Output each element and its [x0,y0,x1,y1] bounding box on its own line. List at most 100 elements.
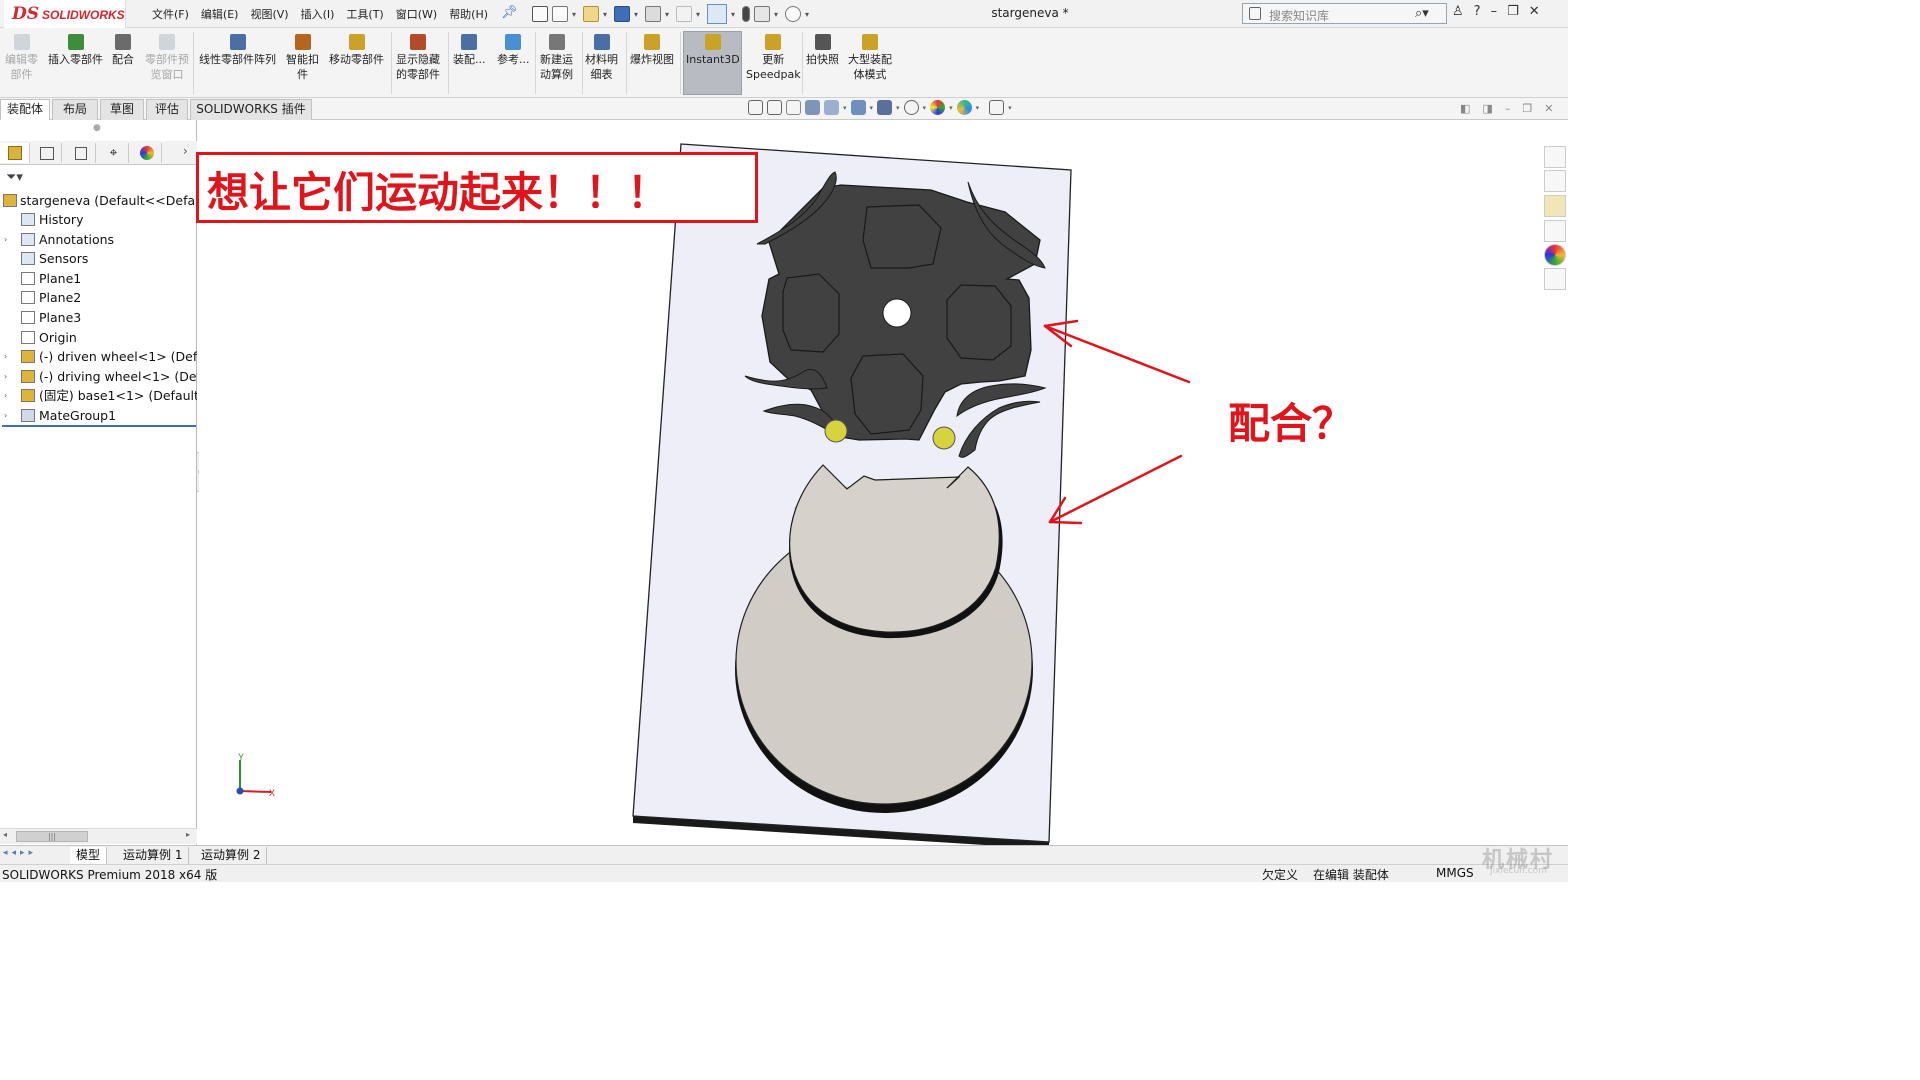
scroll-left-icon[interactable]: ◂ [3,830,7,839]
solidworks-resources-icon[interactable] [1544,146,1566,168]
file-properties-icon[interactable] [754,6,770,22]
previous-view-icon[interactable] [786,100,801,115]
driving-pin-left[interactable] [824,419,848,443]
tree-item[interactable]: › (-) driving wheel<1> (Default [0,367,197,386]
tool-update-speedpak[interactable]: 更新 Speedpak [746,34,801,82]
new-document-icon[interactable] [552,6,568,22]
view-orientation-icon[interactable] [850,100,866,115]
tool-insert-components[interactable]: 插入零部件 [48,34,103,67]
view-palette-icon[interactable] [1544,220,1566,242]
edit-appearance-icon[interactable] [930,100,946,115]
expand-chevron-icon[interactable]: › [4,230,7,249]
tab-1[interactable]: 布局 [52,99,98,120]
tree-item[interactable]: › (固定) base1<1> (Default< [0,386,197,405]
zoom-area-icon[interactable] [767,100,782,115]
expand-chevron-icon[interactable]: › [4,367,7,386]
tool-move-component[interactable]: 移动零部件 [329,34,384,67]
menu-item[interactable]: 工具(T) [340,6,389,22]
tool-large-assembly-mode[interactable]: 大型装配 体模式 [848,34,892,82]
tab-4[interactable]: SOLIDWORKS 插件 [190,99,312,120]
user-icon[interactable]: ♙ [1452,4,1464,19]
scroll-right-icon[interactable]: ▸ [186,830,190,839]
graphics-area[interactable]: Y X [199,120,1539,849]
menu-item[interactable]: 编辑(E) [195,6,245,22]
save-icon[interactable] [614,6,630,22]
dimxpert-tab[interactable]: ⌖ [99,143,129,163]
tree-item[interactable]: Plane2 [0,288,197,307]
property-manager-tab[interactable] [32,143,62,163]
tree-item[interactable]: › Annotations [0,230,197,249]
apply-scene-icon[interactable] [956,100,972,115]
configuration-manager-tab[interactable] [66,143,96,163]
display-manager-tab[interactable] [132,143,162,163]
panel-handle-icon[interactable]: ● [93,123,101,133]
tool-show-hidden[interactable]: 显示隐藏 的零部件 [396,34,440,82]
tool-instant3d[interactable]: Instant3D [686,34,740,67]
tool-component-preview[interactable]: 零部件预 览窗口 [145,34,189,82]
viewport-tile-left-icon[interactable]: ◧ [1460,102,1470,115]
undo-icon[interactable] [676,6,692,22]
open-folder-icon[interactable] [583,6,599,22]
viewport-minimize-icon[interactable]: – [1505,102,1511,115]
tree-root-assembly[interactable]: stargeneva (Default<<Default [0,191,197,210]
print-icon[interactable] [645,6,661,22]
display-style-icon[interactable] [877,100,893,115]
expand-chevron-icon[interactable]: › [4,347,7,366]
menu-item[interactable]: 视图(V) [244,6,294,22]
tree-item[interactable]: › MateGroup1 [0,406,197,425]
close-button[interactable]: ✕ [1529,4,1540,19]
model-view[interactable]: Y X [199,120,1539,849]
tree-horizontal-scrollbar[interactable]: ◂ ||| ▸ [0,828,197,844]
tree-item[interactable]: Origin [0,328,197,347]
tab-2[interactable]: 草图 [100,99,144,120]
status-units[interactable]: MMGS [1436,866,1474,880]
tool-smart-fasteners[interactable]: 智能扣 件 [286,34,319,82]
tool-mate[interactable]: 配合 [112,34,134,67]
appearances-icon[interactable] [1544,244,1566,266]
tool-edit-component[interactable]: 编辑零 部件 [5,34,38,82]
home-icon[interactable] [532,6,548,22]
rebuild-icon[interactable] [742,6,750,22]
help-icon[interactable]: ? [1474,4,1481,19]
feature-manager-tab[interactable] [0,143,30,163]
solidworks-logo[interactable]: DS SOLIDWORKS [4,0,126,28]
file-explorer-icon[interactable] [1544,195,1566,217]
menu-item[interactable]: 帮助(H) [443,6,494,22]
driving-pin-right[interactable] [932,426,956,450]
custom-properties-icon[interactable] [1544,268,1566,290]
viewport-tile-right-icon[interactable]: ◨ [1482,102,1492,115]
zoom-to-fit-icon[interactable] [748,100,763,115]
tab-0[interactable]: 装配体 [0,99,50,120]
viewport-close-icon[interactable]: ✕ [1544,102,1553,115]
dynamic-annotation-icon[interactable] [824,100,839,115]
scroll-thumb[interactable]: ||| [16,831,88,842]
locking-disc[interactable] [789,464,1000,633]
tool-bill-of-materials[interactable]: 材料明 细表 [585,34,618,82]
design-library-icon[interactable] [1544,170,1566,192]
expand-chevron-icon[interactable]: › [4,386,7,405]
bottom-tab-1[interactable]: 运动算例 1 [117,847,190,864]
pin-menu-icon[interactable]: 📌︎ [501,5,518,20]
tool-exploded-view[interactable]: 爆炸视图 [630,34,674,67]
restore-button[interactable]: ❐ [1507,4,1519,19]
expand-chevron-icon[interactable]: › [4,406,7,425]
tool-take-snapshot[interactable]: 拍快照 [806,34,839,67]
hide-show-items-icon[interactable] [903,100,919,115]
tree-item[interactable]: › (-) driven wheel<1> (Default [0,347,197,366]
view-settings-icon[interactable] [989,100,1005,115]
tab-scroll-arrows-icon[interactable]: ◂◂▸▸ [3,848,37,858]
select-arrow-icon[interactable] [707,4,727,24]
tree-item[interactable]: Sensors [0,249,197,268]
options-gear-icon[interactable] [785,6,801,22]
tree-item[interactable]: History [0,210,197,229]
knowledge-base-search[interactable]: 搜索知识库 ⌕▾ [1242,3,1447,24]
tab-3[interactable]: 评估 [146,99,188,120]
section-view-icon[interactable] [805,100,820,115]
more-tabs-chevron-icon[interactable]: › [183,144,188,158]
tree-item[interactable]: Plane3 [0,308,197,327]
rollback-bar[interactable] [2,425,196,427]
search-scope-icon[interactable] [1249,7,1261,20]
viewport-restore-icon[interactable]: ❐ [1522,102,1532,115]
tool-new-motion-study[interactable]: 新建运 动算例 [540,34,573,82]
tool-assembly-features[interactable]: 装配... [453,34,486,67]
